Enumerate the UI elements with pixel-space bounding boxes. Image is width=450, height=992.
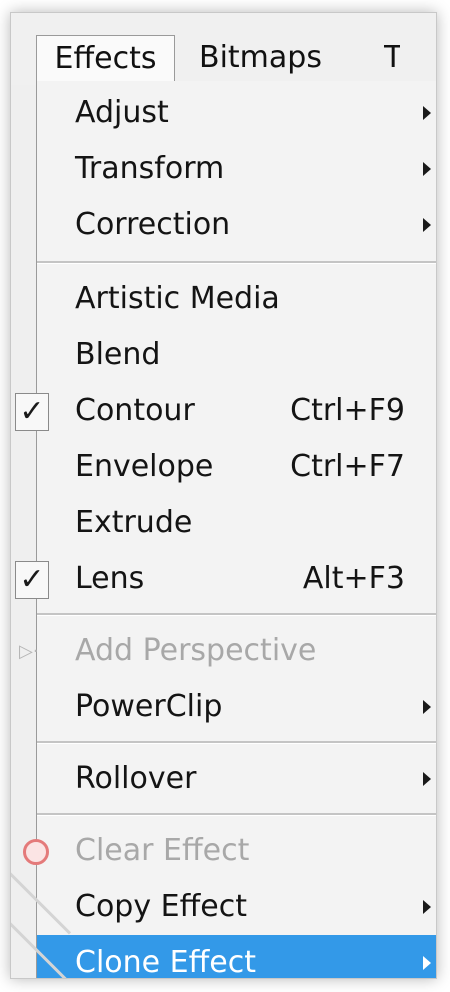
menu-separator [37,813,436,816]
menubar-effects-label: Effects [54,41,157,76]
clear-effect-icon [23,839,49,865]
menu-separator [37,613,436,616]
menu-item-shortcut: Ctrl+F7 [290,449,405,484]
menu-item-label: Transform [75,151,225,186]
menu-item-contour[interactable]: ✓ Contour Ctrl+F9 [15,383,436,439]
menu-item-label: Rollover [75,761,197,796]
menu-item-label: Contour [75,393,195,428]
menu-item-transform[interactable]: Transform [37,141,436,197]
submenu-arrow-icon [423,106,431,120]
menu-item-label: Envelope [75,449,214,484]
menu-item-blend[interactable]: Blend [37,327,436,383]
menu-item-correction[interactable]: Correction [37,197,436,253]
submenu-arrow-icon [423,218,431,232]
menu-bar: Effects Bitmaps T [11,13,436,85]
submenu-arrow-icon [423,956,431,970]
menubar-bitmaps-label: Bitmaps [199,40,322,75]
menu-item-label: Copy Effect [75,889,247,924]
submenu-arrow-icon [423,162,431,176]
submenu-arrow-icon [423,900,431,914]
submenu-arrow-icon [423,772,431,786]
menubar-bitmaps[interactable]: Bitmaps [199,35,322,81]
menubar-effects[interactable]: Effects [36,35,175,82]
menu-item-copy-effect[interactable]: Copy Effect [37,879,436,935]
perspective-icon: ▷· [19,641,39,662]
checkmark-icon: ✓ [15,561,49,599]
menubar-next-label: T [384,40,400,75]
menu-item-adjust[interactable]: Adjust [37,85,436,141]
checkmark-icon: ✓ [15,393,49,431]
menu-item-clone-effect[interactable]: Clone Effect [37,935,436,979]
menu-item-label: Adjust [75,95,169,130]
menu-item-label: Add Perspective [75,633,317,668]
menu-item-add-perspective: ▷· Add Perspective [19,623,436,679]
submenu-arrow-icon [423,700,431,714]
menu-separator [37,741,436,744]
menu-item-shortcut: Ctrl+F9 [290,393,405,428]
menu-item-rollover[interactable]: Rollover [37,751,436,807]
menu-item-label: Lens [75,561,145,596]
menubar-next-item[interactable]: T [384,35,400,81]
menu-item-label: Extrude [75,505,193,540]
menu-item-artistic-media[interactable]: Artistic Media [37,271,436,327]
menu-item-envelope[interactable]: Envelope Ctrl+F7 [37,439,436,495]
menu-item-shortcut: Alt+F3 [302,561,405,596]
menu-item-label: Clone Effect [75,945,256,979]
menu-item-lens[interactable]: ✓ Lens Alt+F3 [15,551,436,607]
menu-item-label: Clear Effect [75,833,250,868]
menu-item-label: PowerClip [75,689,223,724]
menu-item-label: Artistic Media [75,281,280,316]
menu-item-extrude[interactable]: Extrude [37,495,436,551]
menu-item-clear-effect: Clear Effect [23,823,436,879]
menu-item-powerclip[interactable]: PowerClip [37,679,436,735]
menu-window: Effects Bitmaps T Adjust Transform Corre… [10,12,437,979]
menu-item-label: Correction [75,207,231,242]
effects-dropdown-menu: Adjust Transform Correction Artistic Med… [15,81,436,979]
menu-separator [37,261,436,264]
menu-item-label: Blend [75,337,161,372]
